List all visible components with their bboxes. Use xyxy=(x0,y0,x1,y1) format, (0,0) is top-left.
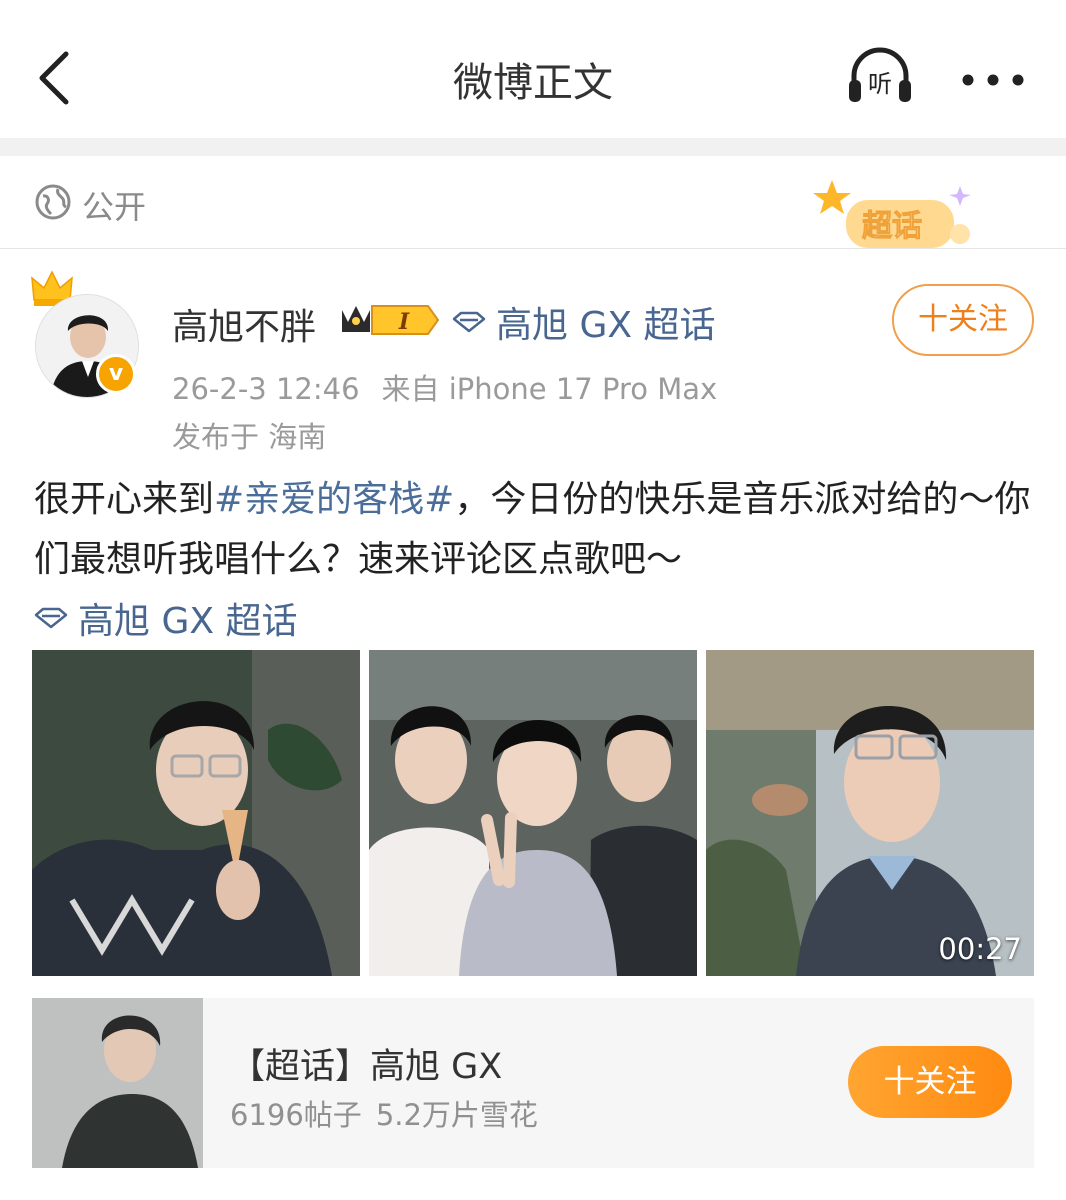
member-level: I xyxy=(398,309,410,335)
listen-label: 听 xyxy=(868,70,892,98)
post-source: 来自 iPhone 17 Pro Max xyxy=(381,372,718,406)
top-navbar: 微博正文 听 xyxy=(0,0,1066,138)
visibility-label: 公开 xyxy=(82,188,147,226)
more-dots-icon xyxy=(962,74,1024,86)
supertopic-link-header[interactable]: 高旭 GX 超话 xyxy=(452,296,715,348)
post-timestamp: 26-2-3 12:46 xyxy=(172,372,360,406)
supertopic-stats: 6196帖子 5.2万片雪花 xyxy=(230,1092,538,1134)
video-thumbnail xyxy=(706,650,1034,976)
supertopic-follow-button[interactable]: 十关注 xyxy=(848,1046,1012,1118)
post-text: 很开心来到#亲爱的客栈#，今日份的快乐是音乐派对给的～你们最想听我唱什么？速来评… xyxy=(34,470,1034,590)
supertopic-sticker[interactable]: 超话 xyxy=(812,176,982,258)
more-options-button[interactable] xyxy=(958,60,1028,100)
supertopic-title: 【超话】高旭 GX xyxy=(230,1047,503,1087)
supertopic-snowflakes-count: 5.2万片雪花 xyxy=(375,1098,538,1132)
visibility-row: 公开 超话 xyxy=(0,156,1066,249)
back-arrow-icon xyxy=(39,51,69,105)
supertopic-cover xyxy=(32,998,203,1168)
supertopic-cover-image xyxy=(32,998,203,1168)
author-name[interactable]: 高旭不胖 xyxy=(172,298,316,350)
post-video[interactable]: 00:27 xyxy=(706,650,1034,976)
post-text-part1: 很开心来到 xyxy=(34,479,215,520)
follow-button[interactable]: 十关注 xyxy=(892,284,1034,356)
supertopic-sticker-label: 超话 xyxy=(862,209,922,244)
listen-button[interactable]: 听 xyxy=(846,46,914,106)
post-location: 发布于 海南 xyxy=(172,420,327,454)
globe-icon xyxy=(35,184,71,220)
post-photo[interactable] xyxy=(369,650,697,976)
hashtag-link[interactable]: #亲爱的客栈# xyxy=(214,479,454,520)
supertopic-link-header-label: 高旭 GX 超话 xyxy=(496,305,716,346)
supertopic-link-label: 高旭 GX 超话 xyxy=(78,601,298,642)
supertopic-sticker-icon: 超话 xyxy=(813,180,971,248)
supertopic-card[interactable]: 【超话】高旭 GX 6196帖子 5.2万片雪花 十关注 xyxy=(32,998,1034,1168)
diamond-icon xyxy=(34,607,68,629)
photo-image xyxy=(32,650,360,976)
video-duration: 00:27 xyxy=(938,932,1022,966)
member-level-badge[interactable]: I xyxy=(340,300,440,340)
supertopic-link[interactable]: 高旭 GX 超话 xyxy=(34,592,297,644)
section-divider xyxy=(0,138,1066,156)
verified-badge: v xyxy=(96,354,136,394)
post-photo[interactable] xyxy=(32,650,360,976)
headphones-icon: 听 xyxy=(849,47,911,102)
diamond-icon xyxy=(452,311,486,333)
back-button[interactable] xyxy=(30,42,90,112)
post-meta: 26-2-3 12:46 来自 iPhone 17 Pro Max xyxy=(172,366,717,408)
supertopic-posts-count: 6196帖子 xyxy=(230,1098,362,1132)
photo-image xyxy=(369,650,697,976)
